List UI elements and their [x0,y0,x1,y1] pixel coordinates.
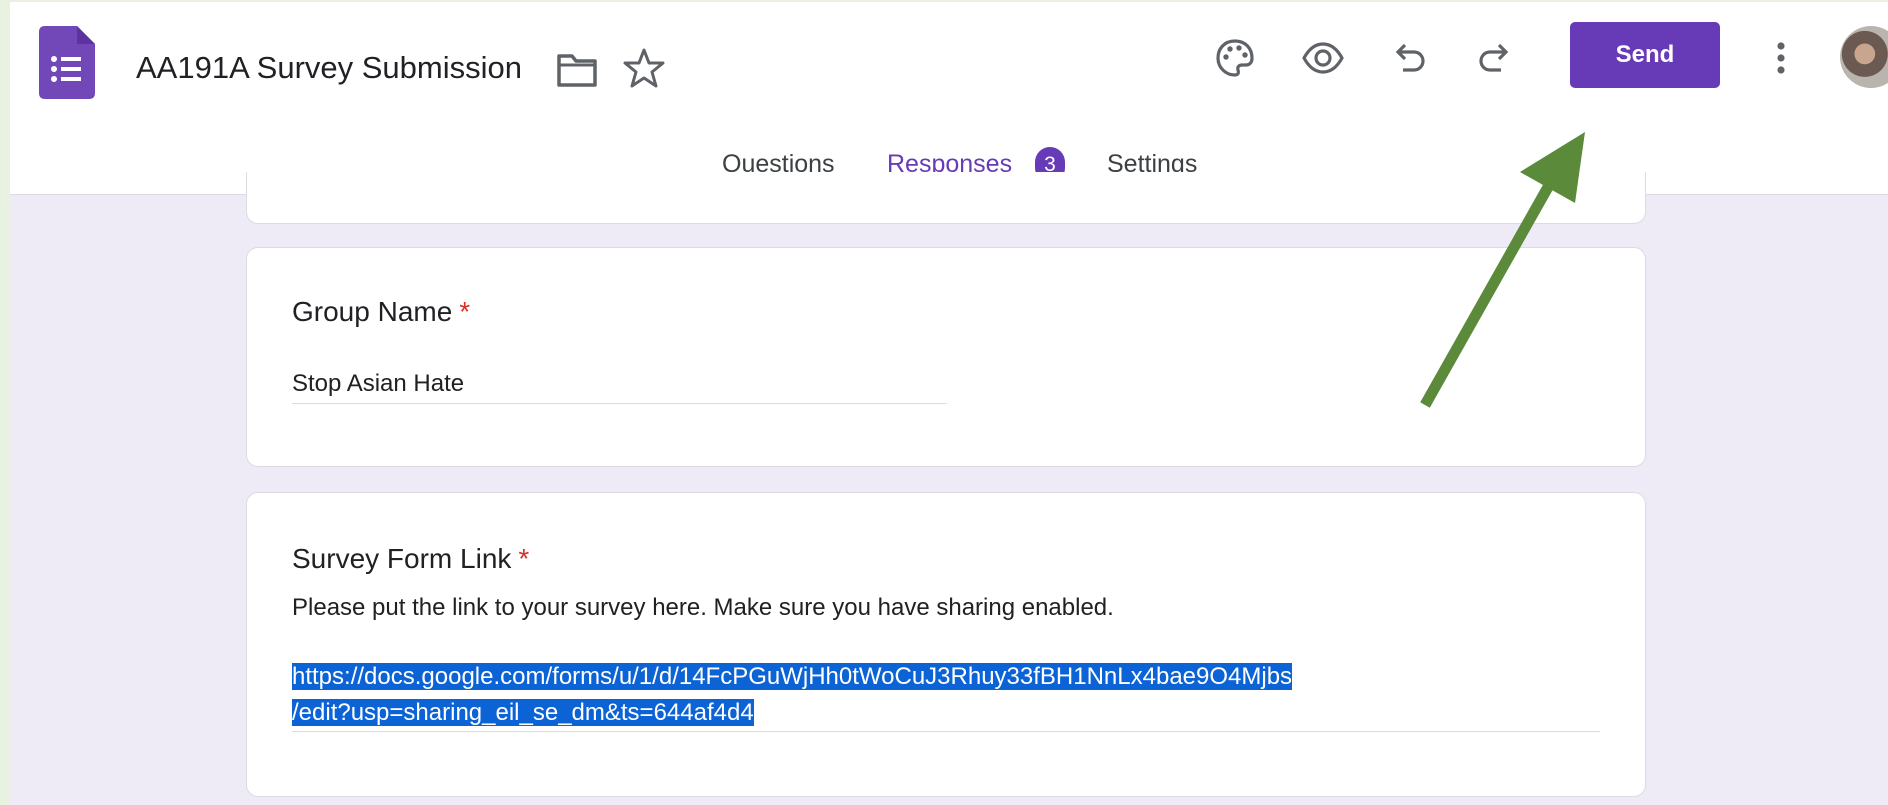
folder-icon[interactable] [555,50,599,90]
eye-icon[interactable] [1299,34,1347,82]
document-title[interactable]: AA191A Survey Submission [136,50,522,86]
avatar[interactable] [1840,26,1888,88]
answer-link-text[interactable]: https://docs.google.com/forms/u/1/d/14Fc… [292,659,1293,731]
question-description: Please put the link to your survey here.… [292,594,1114,621]
required-asterisk: * [459,296,471,327]
more-vert-icon[interactable] [1757,34,1805,82]
previous-question-card [246,172,1646,224]
question-card-group-name[interactable]: Group Name * Stop Asian Hate [246,247,1646,467]
forms-logo-icon[interactable] [39,26,95,99]
undo-icon[interactable] [1385,34,1433,82]
answer-text[interactable]: Stop Asian Hate [292,370,464,398]
question-title: Group Name * [292,296,470,328]
send-button[interactable]: Send [1570,22,1720,88]
selected-link-line-2[interactable]: /edit?usp=sharing_eil_se_dm&ts=644af4d4 [292,699,754,726]
selected-link-line-1[interactable]: https://docs.google.com/forms/u/1/d/14Fc… [292,663,1293,690]
question-title: Survey Form Link * [292,543,529,575]
header-bar: AA191A Survey Submission Send Questions … [10,2,1888,195]
answer-underline [292,731,1600,732]
star-icon[interactable] [622,46,666,90]
question-title-text: Group Name [292,296,453,327]
question-card-survey-link[interactable]: Survey Form Link * Please put the link to… [246,492,1646,797]
palette-icon[interactable] [1211,34,1259,82]
required-asterisk: * [518,543,530,574]
answer-underline [292,403,947,404]
forms-editor-window: AA191A Survey Submission Send Questions … [10,2,1888,805]
redo-icon[interactable] [1471,34,1519,82]
question-title-text: Survey Form Link [292,543,512,574]
